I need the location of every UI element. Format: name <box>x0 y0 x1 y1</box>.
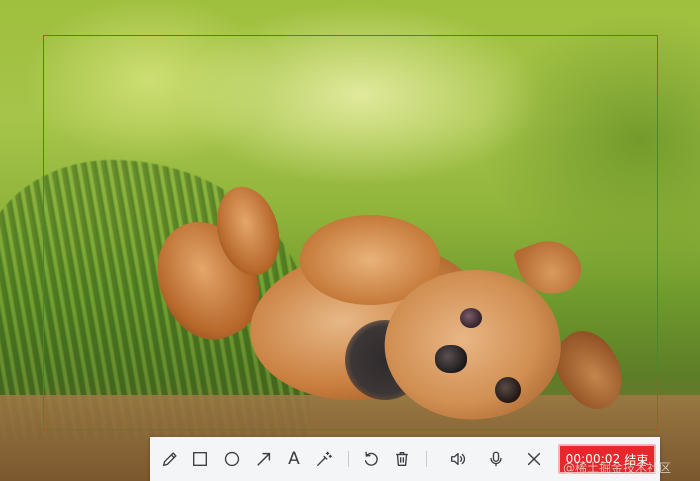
text-tool-glyph: A <box>288 448 300 469</box>
capture-region[interactable] <box>43 35 658 430</box>
capture-toolbar: A 00:00:02 结束 <box>150 437 660 481</box>
end-label: 结束 <box>624 452 649 467</box>
recording-timer: 00:00:02 <box>565 452 621 466</box>
trash-icon[interactable] <box>390 447 414 471</box>
stop-recording-button[interactable]: 00:00:02 结束 <box>558 444 656 474</box>
undo-icon[interactable] <box>359 447 383 471</box>
toolbar-divider <box>426 451 427 467</box>
ellipse-icon[interactable] <box>220 447 244 471</box>
mosaic-icon[interactable] <box>312 447 336 471</box>
pencil-icon[interactable] <box>158 447 182 471</box>
speaker-icon[interactable] <box>446 447 470 471</box>
microphone-icon[interactable] <box>484 447 508 471</box>
close-icon[interactable] <box>522 447 546 471</box>
text-icon[interactable]: A <box>282 447 306 471</box>
toolbar-divider <box>348 451 349 467</box>
arrow-icon[interactable] <box>252 447 276 471</box>
rectangle-icon[interactable] <box>188 447 212 471</box>
